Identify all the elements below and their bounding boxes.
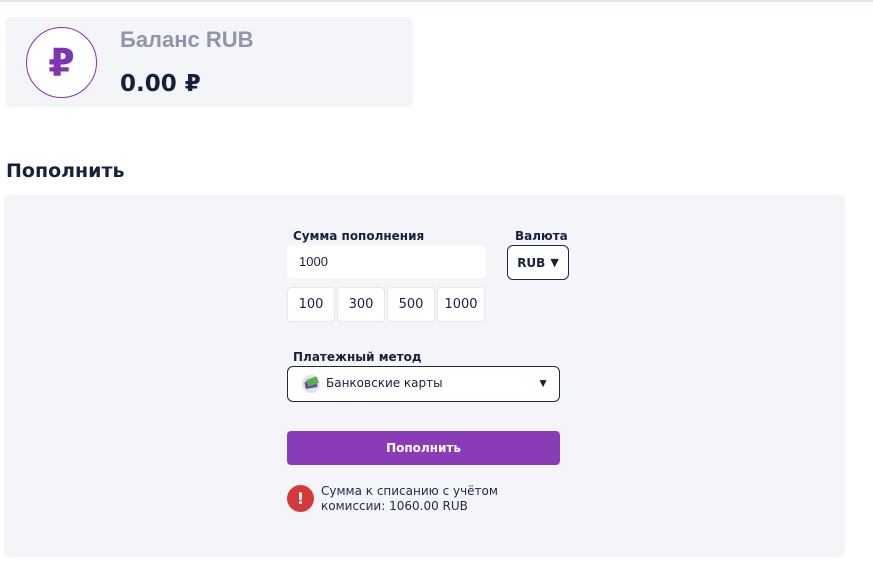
bank-cards-icon [302,375,320,393]
currency-select[interactable]: RUB ▼ [507,245,569,280]
preset-amount-button[interactable]: 1000 [437,287,485,322]
ruble-icon: ₽ [26,27,97,98]
payment-method-label: Платежный метод [293,350,422,364]
preset-amount-button[interactable]: 300 [337,287,385,322]
chevron-down-icon: ▼ [550,256,559,269]
fee-notice: Сумма к списанию с учётом комиссии: 1060… [321,484,551,514]
preset-amount-button[interactable]: 500 [387,287,435,322]
balance-label: Баланс RUB [120,27,254,52]
payment-method-value: Банковские карты [326,376,443,390]
currency-value: RUB [517,255,546,270]
fee-notice-line1: Сумма к списанию с учётом [321,484,498,498]
topup-section-title: Пополнить [6,160,125,182]
balance-amount: 0.00 ₽ [120,71,201,97]
chevron-down-icon: ▼ [537,376,549,390]
alert-icon: ! [287,485,314,512]
preset-amount-button[interactable]: 100 [287,287,335,322]
top-divider [0,0,873,2]
topup-submit-button[interactable]: Пополнить [287,431,560,465]
balance-card: ₽ Баланс RUB 0.00 ₽ [6,17,413,107]
amount-input[interactable] [287,245,486,278]
amount-label: Сумма пополнения [293,229,425,243]
fee-notice-line2: комиссии: 1060.00 RUB [321,499,468,513]
payment-method-select[interactable]: Банковские карты ▼ [287,366,560,402]
currency-label: Валюта [515,229,568,243]
